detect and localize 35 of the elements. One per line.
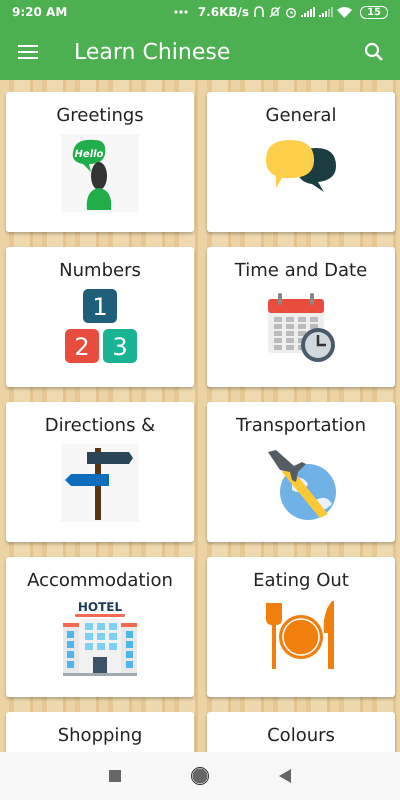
category-card[interactable]: Colours <box>207 712 395 752</box>
category-card[interactable]: General <box>207 92 395 232</box>
category-title: Time and Date <box>234 260 368 281</box>
menu-button[interactable] <box>18 44 38 60</box>
category-card[interactable]: Numbers 1 2 3 <box>6 247 194 387</box>
category-card[interactable]: Eating Out <box>207 557 395 697</box>
home-button[interactable] <box>191 767 209 785</box>
category-card[interactable]: Greetings Hello <box>6 92 194 232</box>
network-speed: 7.6KB/s <box>198 5 250 19</box>
more-dots-icon <box>174 10 188 14</box>
alarm-icon <box>285 6 298 18</box>
category-title: Transportation <box>236 415 366 436</box>
wifi-icon <box>337 6 352 18</box>
category-title: Numbers <box>59 260 141 281</box>
category-card[interactable]: Time and Date <box>207 247 395 387</box>
category-title: Colours <box>267 725 335 746</box>
battery-indicator: 15 <box>360 6 388 18</box>
app-title: Learn Chinese <box>74 40 232 64</box>
signal-icon <box>319 7 334 17</box>
category-title: General <box>266 105 336 126</box>
category-card[interactable]: Shopping <box>6 712 194 752</box>
back-button[interactable] <box>279 769 291 783</box>
category-title: Shopping <box>58 725 142 746</box>
category-title: Accommodation <box>27 570 173 591</box>
search-button[interactable] <box>364 42 384 62</box>
category-title: Eating Out <box>253 570 349 591</box>
signpost-icon <box>61 444 139 522</box>
person-speech-icon: Hello <box>61 134 139 212</box>
status-time: 9:20 AM <box>12 5 68 19</box>
category-card[interactable]: Directions & <box>6 402 194 542</box>
category-title: Directions & <box>44 415 156 436</box>
category-card[interactable]: Transportation <box>207 402 395 542</box>
signal-icon <box>301 7 316 17</box>
category-title: Greetings <box>56 105 144 126</box>
category-card[interactable]: Accommodation HOTEL <box>6 557 194 697</box>
